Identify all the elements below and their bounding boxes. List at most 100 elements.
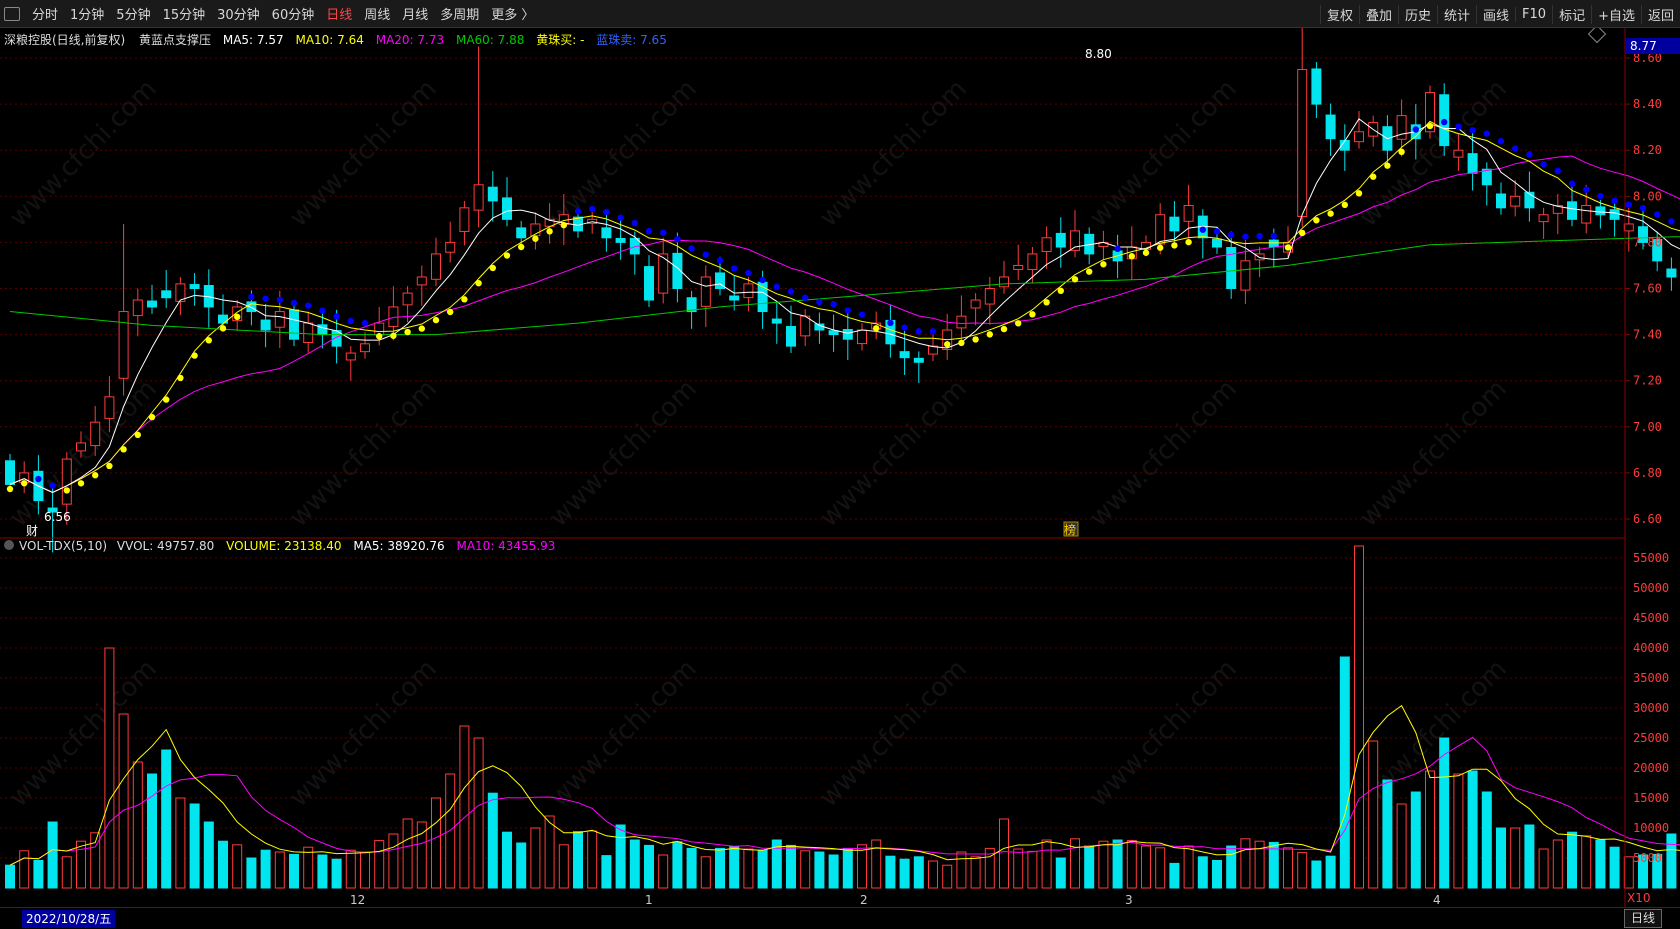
vvol-value: VVOL: 49757.80 bbox=[117, 539, 214, 553]
volume-bar bbox=[218, 840, 228, 889]
settings-icon[interactable] bbox=[4, 540, 14, 550]
watermark-text: www.cfchi.com bbox=[1084, 74, 1243, 233]
volume-bar bbox=[1467, 770, 1478, 889]
finance-tag[interactable]: 财 bbox=[26, 524, 38, 538]
candle-body bbox=[601, 227, 612, 239]
candle-body bbox=[61, 458, 72, 505]
blue-dot bbox=[844, 307, 851, 314]
candle-body bbox=[90, 421, 101, 447]
yellow-dot bbox=[489, 264, 496, 272]
candle-body bbox=[1027, 253, 1038, 270]
ma60-line bbox=[9, 236, 1680, 336]
blue-dot bbox=[1270, 232, 1278, 240]
tool-button-6[interactable]: 标记 bbox=[1552, 4, 1591, 24]
tool-button-4[interactable]: 画线 bbox=[1476, 4, 1515, 24]
volume-bar bbox=[118, 713, 129, 889]
blue-dot bbox=[333, 313, 340, 320]
volume-bar bbox=[147, 773, 157, 889]
yellow-dot bbox=[1043, 299, 1050, 306]
yellow-dot bbox=[503, 252, 511, 259]
blue-sell-value: 蓝珠卖: 7.65 bbox=[596, 33, 667, 47]
ma5-value: MA5: 7.57 bbox=[223, 33, 284, 47]
volume-bar bbox=[629, 839, 640, 889]
volume-tick-label: 15000 bbox=[1633, 791, 1669, 805]
tool-button-3[interactable]: 统计 bbox=[1437, 4, 1476, 24]
volume-bar bbox=[161, 749, 172, 889]
volume-bar bbox=[1396, 803, 1407, 889]
volume-bar bbox=[743, 848, 754, 889]
blue-dot bbox=[816, 298, 823, 306]
volume-bar bbox=[1666, 833, 1677, 889]
window-icon[interactable] bbox=[4, 6, 20, 21]
period-tab-6[interactable]: 日线 bbox=[320, 4, 358, 23]
blue-dot bbox=[574, 208, 582, 215]
volume-bar bbox=[1226, 845, 1237, 889]
volume-bar bbox=[260, 849, 271, 889]
yellow-dot bbox=[219, 325, 227, 332]
volume-bar bbox=[1339, 656, 1350, 889]
period-tab-7[interactable]: 周线 bbox=[358, 4, 396, 23]
period-tab-3[interactable]: 15分钟 bbox=[157, 4, 212, 23]
volume-bar bbox=[47, 821, 58, 889]
period-tab-2[interactable]: 5分钟 bbox=[110, 4, 156, 23]
candle-body bbox=[416, 276, 427, 286]
yellow-dot bbox=[106, 462, 113, 470]
tool-button-8[interactable]: 返回 bbox=[1640, 4, 1680, 24]
tool-button-1[interactable]: 叠加 bbox=[1358, 4, 1398, 24]
period-tab-10[interactable]: 更多 〉 bbox=[485, 4, 540, 23]
volume-bar bbox=[530, 827, 541, 889]
right-toolbar: 复权 叠加 历史 统计 画线 F10 标记 +自选 返回 bbox=[1319, 0, 1680, 28]
candle-body bbox=[1041, 237, 1052, 253]
volume-bar bbox=[1581, 835, 1592, 889]
period-tab-1[interactable]: 1分钟 bbox=[64, 4, 110, 23]
period-tab-0[interactable]: 分时 bbox=[26, 4, 64, 23]
tool-button-7[interactable]: +自选 bbox=[1591, 4, 1641, 24]
volume-bar bbox=[1013, 848, 1024, 889]
candle-body bbox=[970, 299, 981, 309]
volume-bar bbox=[999, 818, 1009, 889]
volume-bar bbox=[5, 864, 15, 889]
volume-bar bbox=[61, 856, 72, 889]
candle-body bbox=[956, 315, 967, 329]
candle-body bbox=[984, 288, 995, 305]
period-tab-5[interactable]: 60分钟 bbox=[266, 4, 321, 23]
period-tab-8[interactable]: 月线 bbox=[396, 4, 434, 23]
tool-button-2[interactable]: 历史 bbox=[1397, 4, 1437, 24]
low-price-label: 6.56 bbox=[44, 510, 71, 524]
daily-button[interactable]: 日线 bbox=[1623, 909, 1662, 928]
volume-bar bbox=[502, 831, 512, 889]
tool-button-5[interactable]: F10 bbox=[1515, 6, 1552, 22]
tool-button-0[interactable]: 复权 bbox=[1319, 4, 1359, 24]
blue-dot bbox=[773, 283, 780, 291]
period-toolbar: 分时 1分钟 5分钟 15分钟 30分钟 60分钟 日线 周线 月线 多周期 更多 〉 复权 叠加 历史… bbox=[0, 0, 1680, 28]
volume-bar bbox=[1510, 827, 1521, 889]
yellow-dot bbox=[1029, 311, 1036, 318]
volume-tick-label: 25000 bbox=[1633, 731, 1669, 745]
volume-bar bbox=[374, 840, 385, 889]
watermark-text: www.cfchi.com bbox=[284, 74, 443, 233]
volume-bar bbox=[1481, 791, 1492, 889]
period-tab-4[interactable]: 30分钟 bbox=[211, 4, 266, 23]
volume-bar bbox=[1552, 839, 1563, 889]
blue-dot bbox=[1668, 218, 1675, 225]
period-tab-9[interactable]: 多周期 bbox=[434, 4, 485, 23]
volume-bar bbox=[1325, 855, 1336, 889]
watermark-text: www.cfchi.com bbox=[544, 74, 703, 233]
blue-dot bbox=[361, 319, 369, 327]
volume-bar bbox=[857, 844, 867, 889]
indicator-name: 黄蓝点支撑压 bbox=[139, 32, 211, 47]
volume-bar bbox=[942, 864, 953, 889]
candle-body bbox=[189, 284, 200, 290]
candle-body bbox=[1013, 264, 1024, 270]
candle-body bbox=[1467, 153, 1478, 174]
yellow-dot bbox=[958, 339, 965, 347]
volume-bar bbox=[1141, 845, 1151, 889]
volume-bar bbox=[445, 773, 456, 889]
volume-bar bbox=[956, 851, 967, 889]
candle-body bbox=[1581, 205, 1592, 224]
blue-dot bbox=[1213, 228, 1221, 235]
diamond-icon[interactable] bbox=[1587, 28, 1607, 44]
bang-tag[interactable]: 榜 bbox=[1064, 522, 1076, 537]
kline-chart[interactable]: www.cfchi.com www.cfchi.com www.cfchi.com w… bbox=[0, 28, 1680, 907]
volume-bar bbox=[1055, 857, 1066, 889]
